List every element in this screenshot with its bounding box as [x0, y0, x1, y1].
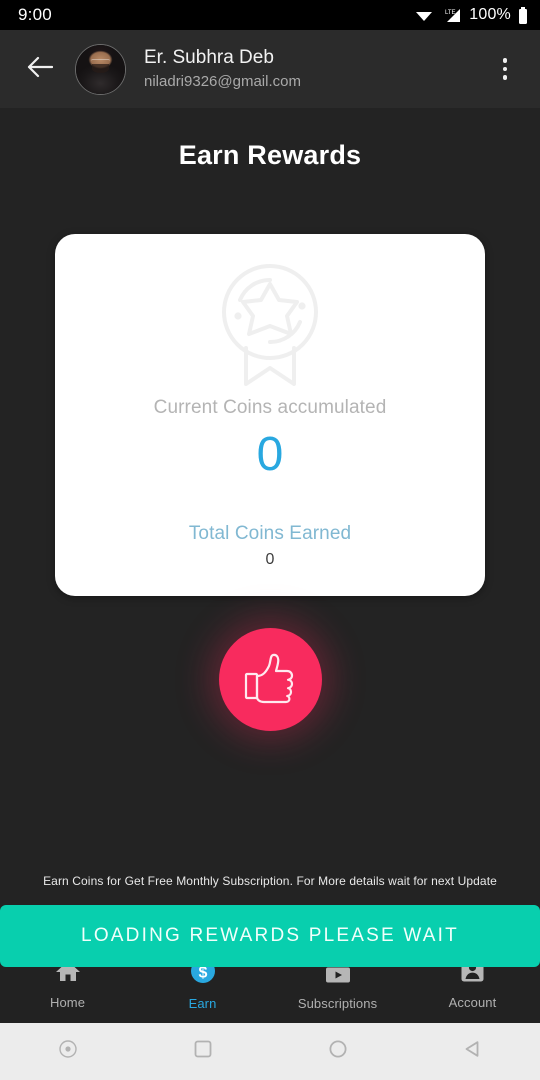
- rewards-card: Current Coins accumulated 0 Total Coins …: [55, 234, 485, 596]
- back-button[interactable]: [20, 49, 60, 89]
- status-time: 9:00: [18, 5, 52, 24]
- battery-icon: [518, 6, 528, 24]
- status-bar: 9:00 LTE 100%: [0, 0, 540, 30]
- award-badge-icon: [218, 260, 322, 391]
- recents-square-icon: [193, 1039, 213, 1064]
- back-triangle-icon: [463, 1039, 483, 1064]
- battery-percent: 100%: [469, 6, 511, 23]
- thumbs-up-button[interactable]: [218, 628, 322, 731]
- home-button[interactable]: [270, 1039, 405, 1064]
- avatar-detail-beard: [92, 64, 109, 73]
- more-vertical-icon-dot: [502, 58, 508, 63]
- wifi-icon: [415, 8, 433, 22]
- home-circle-icon: [328, 1039, 348, 1064]
- app-bar: Er. Subhra Deb niladri9326@gmail.com: [0, 30, 540, 108]
- avatar[interactable]: [75, 43, 126, 95]
- current-coins-label: Current Coins accumulated: [153, 397, 387, 418]
- nav-label-home: Home: [49, 994, 86, 1010]
- nav-label-earn: Earn: [188, 995, 217, 1011]
- lte-signal-icon: LTE: [440, 8, 462, 23]
- recents-button[interactable]: [135, 1039, 270, 1064]
- more-vertical-icon-dot: [502, 75, 508, 80]
- loading-rewards-button[interactable]: LOADING REWARDS PLEASE WAIT: [0, 905, 540, 967]
- nav-label-account: Account: [448, 995, 497, 1010]
- current-coins-value: 0: [256, 428, 284, 481]
- like-button-wrapper: [0, 628, 540, 731]
- thumbs-up-icon: [242, 650, 298, 709]
- avatar-detail-glasses: [90, 59, 111, 62]
- profile-name: Er. Subhra Deb: [144, 47, 274, 69]
- back-button-system[interactable]: [405, 1039, 540, 1064]
- total-coins-label: Total Coins Earned: [188, 523, 352, 544]
- overflow-menu-button[interactable]: [488, 47, 522, 91]
- back-arrow-icon: [27, 56, 54, 83]
- assistant-dot-icon: [58, 1039, 78, 1064]
- footer-note: Earn Coins for Get Free Monthly Subscrip…: [43, 874, 497, 888]
- more-vertical-icon-dot: [502, 66, 508, 72]
- page-title: Earn Rewards: [178, 140, 362, 170]
- system-navigation-bar: [0, 1023, 540, 1080]
- profile-email: niladri9326@gmail.com: [144, 73, 301, 90]
- assistant-button[interactable]: [0, 1039, 135, 1064]
- phone-screen: 9:00 LTE 100% Er. Subhra Deb niladri9326…: [0, 0, 540, 1080]
- status-icons: LTE 100%: [415, 6, 528, 24]
- nav-label-subscriptions: Subscriptions: [297, 995, 378, 1011]
- profile-info: Er. Subhra Deb niladri9326@gmail.com: [144, 46, 488, 92]
- total-coins-value: 0: [265, 551, 275, 568]
- main-content: Earn Rewards Current Coins accumulated 0…: [0, 108, 540, 967]
